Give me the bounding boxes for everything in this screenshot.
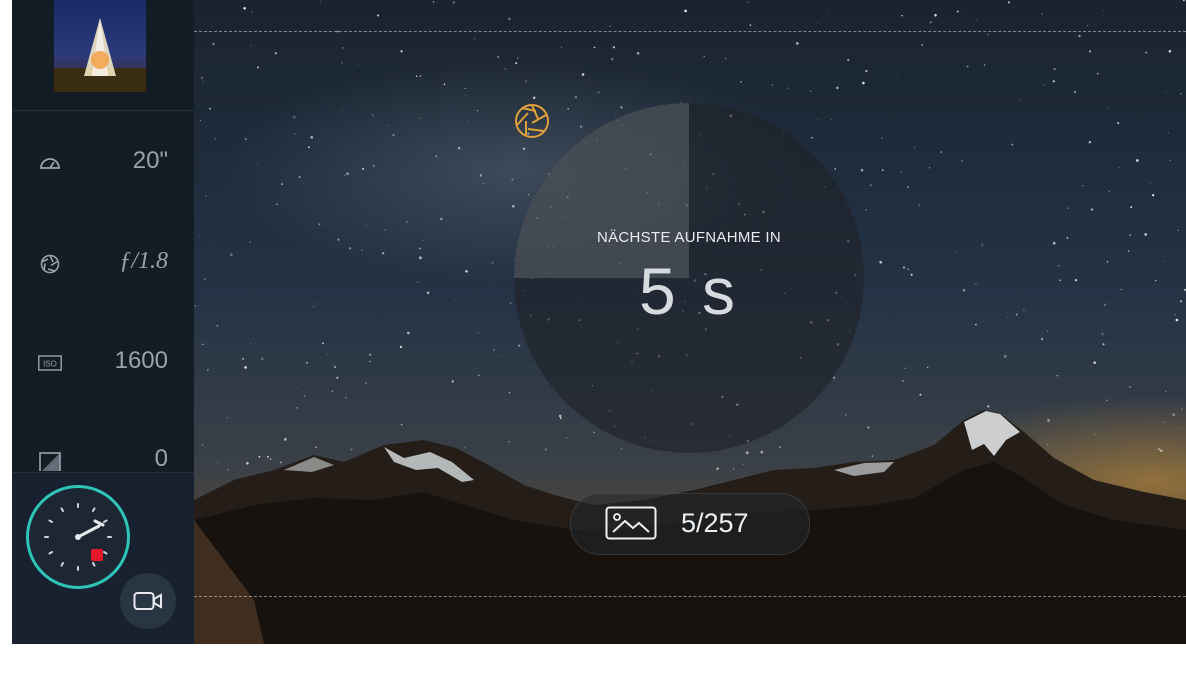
dial-tick [92,561,96,567]
shot-counter[interactable]: 5/257 [570,493,810,555]
timelapse-dial-icon [44,503,112,571]
last-photo-thumbnail[interactable] [54,0,146,92]
iso-icon-label: ISO [43,360,57,369]
recording-indicator [91,549,103,561]
shutter-icon[interactable] [514,103,550,139]
thumbnail-image [54,0,146,92]
iso-icon: ISO [38,355,62,371]
next-shot-countdown: NÄCHSTE AUFNAHME IN 5 s [514,103,864,453]
dial-tick [60,507,64,513]
viewfinder-overlays: NÄCHSTE AUFNAHME IN 5 s 5/257 [194,0,1186,644]
capture-controls [12,473,194,644]
countdown-label: NÄCHSTE AUFNAHME IN [596,229,782,246]
countdown-value: 5 s [638,254,740,328]
exposure-compensation-setting[interactable]: 0 [12,441,194,473]
sidebar: 20" ƒ/1.8 ISO 1600 0 [12,0,194,644]
dial-tick [48,519,54,523]
video-camera-icon [133,592,162,610]
shutter-speed-setting[interactable]: 20" [12,143,194,183]
framing-guide-bottom [194,596,1186,597]
aperture-icon [40,254,60,274]
dial-tick [102,551,108,555]
framing-guide-top [194,31,1186,32]
exposure-compensation-icon [39,452,61,471]
dial-tick [92,507,96,513]
dial-tick [48,551,54,555]
dial-tick [102,519,108,523]
shutter-speed-value: 20" [132,147,168,174]
gallery-icon [605,506,657,540]
dial-tick [60,561,64,567]
speedometer-icon [40,158,60,169]
aperture-setting[interactable]: ƒ/1.8 [12,244,194,284]
shot-count: 5/257 [681,508,749,538]
video-mode-button[interactable] [120,573,176,629]
aperture-value: ƒ/1.8 [119,248,168,274]
viewfinder[interactable]: NÄCHSTE AUFNAHME IN 5 s 5/257 [194,0,1186,644]
timelapse-record-button[interactable] [26,485,130,589]
iso-setting[interactable]: ISO 1600 [12,343,194,383]
iso-value: 1600 [114,347,168,374]
camera-screen: NÄCHSTE AUFNAHME IN 5 s 5/257 20" ƒ/1.8 … [12,0,1186,644]
sidebar-divider [12,110,194,111]
exposure-compensation-value: 0 [154,445,168,472]
